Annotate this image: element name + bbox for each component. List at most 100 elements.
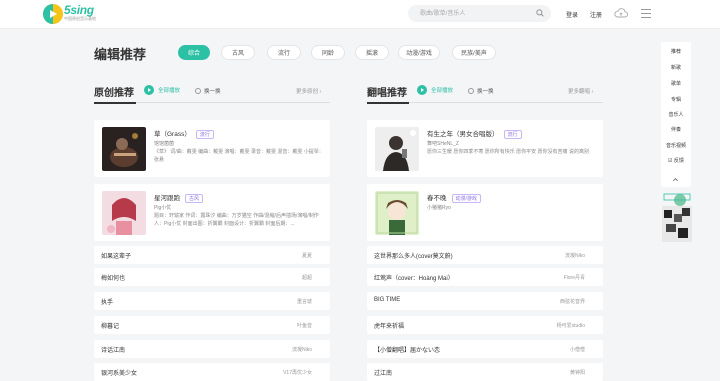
original-shuffle-button[interactable]: 换一换	[195, 87, 221, 95]
original-play-all-button[interactable]: 全部播放	[144, 85, 180, 95]
cover-play-all-button[interactable]: 全部播放	[417, 85, 453, 95]
song-title[interactable]: 有生之年（男女合唱版） 流行	[427, 128, 522, 139]
play-icon	[417, 85, 427, 95]
list-item-artist[interactable]: 重言琥	[297, 298, 312, 305]
tab-rock[interactable]: 摇滚	[355, 45, 389, 60]
side-nav-item-feedback[interactable]: ☑ 反馈	[661, 157, 691, 164]
upload-cloud-icon[interactable]	[614, 8, 628, 18]
register-link[interactable]: 注册	[590, 10, 602, 19]
tab-gufeng[interactable]: 古风	[221, 45, 255, 60]
list-item-title[interactable]: 虎年来祈福	[374, 321, 404, 330]
logo-icon	[43, 4, 63, 24]
list-item-title[interactable]: 银河系美少女	[101, 368, 137, 377]
list-item-artist[interactable]: 叶鱼音	[297, 322, 312, 329]
song-title[interactable]: 星河跟跑 古风	[154, 192, 204, 203]
list-item-artist[interactable]: 杨可爱studio	[557, 322, 585, 329]
song-artist[interactable]: 舞吧SHeNL_Z	[427, 140, 459, 147]
logo-text: 5sing	[64, 3, 94, 17]
song-description: 《草》 词/曲：戴雯 编曲：戴雯 演唱：戴雯 录音：戴雯 混音：戴雯 小提琴：张…	[154, 149, 324, 163]
cover-card-2[interactable]: 春不晚 动漫/游戏 小猪猪Ryo	[367, 184, 603, 241]
list-item-title[interactable]: 执手	[101, 297, 113, 306]
song-cover-image[interactable]	[102, 191, 146, 235]
side-nav-item-new-songs[interactable]: 新歌	[661, 64, 691, 71]
side-nav-item-albums[interactable]: 专辑	[661, 96, 691, 103]
list-item[interactable]: 诗话江南 流凝Niko	[94, 340, 330, 358]
list-item[interactable]: 【小僧翻唱】届かない恋 小僧僧	[367, 340, 603, 358]
list-item-title[interactable]: 如果这辈子	[101, 251, 131, 260]
tab-tongling[interactable]: 同龄	[311, 45, 345, 60]
list-item[interactable]: 这世界那么多人(cover莫文蔚) 流凝Niko	[367, 246, 603, 264]
list-item[interactable]: BIG TIME 西弦花音界	[367, 292, 603, 310]
search-input[interactable]	[420, 7, 530, 20]
original-more-link[interactable]: 更多原创 ›	[296, 87, 321, 95]
list-item-artist[interactable]: 西弦花音界	[560, 298, 585, 305]
menu-icon[interactable]	[641, 9, 651, 18]
genre-tag: 古风	[185, 194, 204, 203]
cover-song-list: 这世界那么多人(cover莫文蔚) 流凝Niko 红莺声（cover：Hoàng…	[367, 246, 603, 381]
section-title: 编辑推荐	[94, 47, 147, 62]
side-nav-item-music-video[interactable]: 音乐视频	[661, 142, 691, 149]
side-nav-item-recommend[interactable]: 推荐	[661, 48, 691, 55]
cover-more-link[interactable]: 更多翻唱 ›	[568, 87, 593, 95]
list-item[interactable]: 虎年来祈福 杨可爱studio	[367, 316, 603, 334]
list-item-artist[interactable]: 流凝Niko	[292, 346, 312, 353]
song-artist[interactable]: 馆馆菌菌	[154, 140, 174, 147]
list-item-title[interactable]: 【小僧翻唱】届かない恋	[374, 345, 440, 354]
original-card-1[interactable]: 草（Grass） 流行 馆馆菌菌 《草》 词/曲：戴雯 编曲：戴雯 演唱：戴雯 录…	[94, 120, 330, 177]
list-item[interactable]: 银河系美少女 V17再优少女	[94, 363, 330, 381]
cover-shuffle-button[interactable]: 换一换	[468, 87, 494, 95]
list-item-title[interactable]: 红莺声（cover：Hoàng Mai）	[374, 273, 454, 282]
login-link[interactable]: 登录	[566, 10, 578, 19]
tab-anime-game[interactable]: 动漫/游戏	[398, 45, 440, 60]
list-item[interactable]: 柳暮记 叶鱼音	[94, 316, 330, 334]
song-title[interactable]: 草（Grass） 流行	[154, 128, 214, 139]
side-nav: 推荐 新歌 歌单 专辑 音乐人 伴奏 音乐视频 ☑ 反馈	[661, 42, 691, 187]
tab-all[interactable]: 综合	[178, 45, 210, 60]
original-divider	[94, 102, 330, 104]
logo[interactable]: 5sing 中国原创音乐基地	[43, 3, 103, 25]
search-icon[interactable]	[536, 9, 544, 17]
tab-pop[interactable]: 流行	[267, 45, 301, 60]
cover-play-all-label: 全部播放	[431, 88, 454, 94]
list-item-title[interactable]: BIG TIME	[374, 297, 400, 303]
refresh-icon	[468, 88, 474, 94]
song-cover-image[interactable]	[375, 127, 419, 171]
list-item-artist[interactable]: 小僧僧	[570, 346, 585, 353]
side-nav-item-musicians[interactable]: 音乐人	[661, 111, 691, 118]
list-item[interactable]: 梅如何也 超超	[94, 268, 330, 286]
song-artist[interactable]: 小猪猪Ryo	[427, 204, 451, 211]
back-to-top-icon[interactable]	[672, 176, 679, 183]
song-title[interactable]: 春不晚 动漫/游戏	[427, 192, 481, 203]
list-item-artist[interactable]: 流凝Niko	[565, 252, 585, 259]
original-card-2[interactable]: 星河跟跑 古风 Pig小优 题目：轩辕家 作词：露珠汐 编曲：万岁猫空 作曲/混缩…	[94, 184, 330, 241]
cover-divider	[367, 102, 603, 104]
list-item[interactable]: 红莺声（cover：Hoàng Mai） Flore丹青	[367, 268, 603, 286]
list-item[interactable]: 执手 重言琥	[94, 292, 330, 310]
side-nav-feedback-label: 反馈	[673, 158, 684, 164]
list-item-title[interactable]: 诗话江南	[101, 345, 125, 354]
list-item-artist[interactable]: V17再优少女	[283, 369, 312, 376]
mascot-image[interactable]	[660, 192, 694, 242]
list-item-artist[interactable]: 超超	[302, 274, 312, 281]
genre-tag: 流行	[503, 130, 522, 139]
list-item-title[interactable]: 这世界那么多人(cover莫文蔚)	[374, 251, 453, 260]
cover-card-1[interactable]: 有生之年（男女合唱版） 流行 舞吧SHeNL_Z 愿你三生暖 愿你四季不寒 愿你所…	[367, 120, 603, 177]
list-item-title[interactable]: 柳暮记	[101, 321, 119, 330]
song-artist[interactable]: Pig小优	[154, 204, 171, 211]
top-bar: 5sing 中国原创音乐基地 登录 注册	[0, 0, 720, 29]
cover-shuffle-label: 换一换	[477, 89, 494, 95]
song-cover-image[interactable]	[102, 127, 146, 171]
side-nav-item-accompaniment[interactable]: 伴奏	[661, 126, 691, 133]
song-cover-image[interactable]	[375, 191, 419, 235]
side-nav-item-playlists[interactable]: 歌单	[661, 80, 691, 87]
list-item-artist[interactable]: Flore丹青	[564, 274, 585, 281]
list-item-title[interactable]: 过江南	[374, 368, 392, 377]
list-item[interactable]: 如果这辈子 夏夏	[94, 246, 330, 264]
list-item-title[interactable]: 梅如何也	[101, 273, 125, 282]
song-description: 题目：轩辕家 作词：露珠汐 编曲：万岁猫空 作曲/混缩/后声插场/演唱/制作人：…	[154, 213, 319, 227]
tab-folk-bel-canto[interactable]: 民族/美声	[452, 45, 496, 60]
list-item-artist[interactable]: 黄钟阳	[570, 369, 585, 376]
list-item[interactable]: 过江南 黄钟阳	[367, 363, 603, 381]
list-item-artist[interactable]: 夏夏	[302, 252, 312, 259]
genre-tag: 流行	[195, 130, 214, 139]
